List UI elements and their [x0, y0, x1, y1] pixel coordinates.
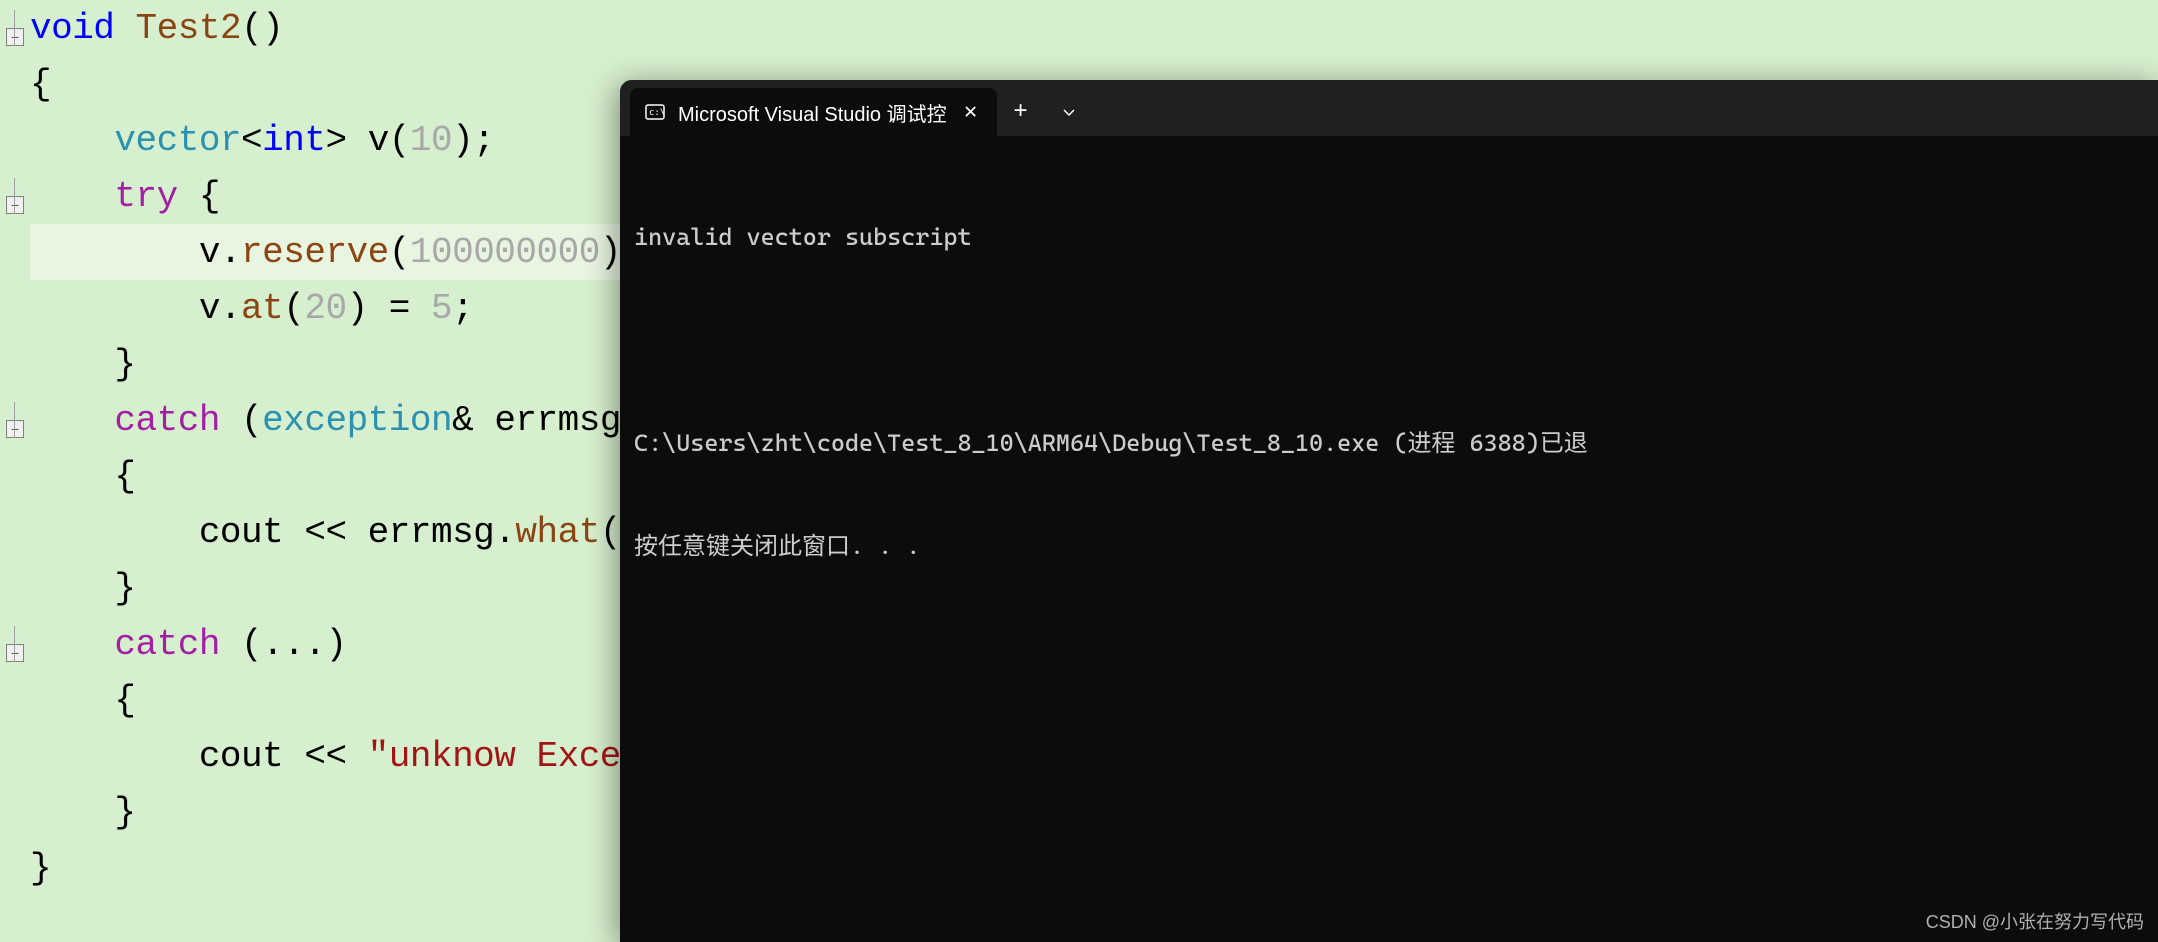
svg-text:c:\: c:\	[649, 108, 665, 118]
code-content[interactable]: cout << errmsg.what() <<	[30, 512, 705, 553]
code-content[interactable]: v.reserve(100000000);	[30, 232, 642, 273]
terminal-app-icon: c:\	[644, 101, 666, 123]
fold-toggle-icon[interactable]: −	[6, 28, 24, 46]
terminal-window: c:\ Microsoft Visual Studio 调试控 ✕ + inva…	[620, 80, 2158, 942]
code-content[interactable]: v.at(20) = 5;	[30, 288, 473, 329]
code-line[interactable]: −void Test2()	[0, 0, 2158, 56]
code-content[interactable]: cout << "unknow Exceptio	[30, 736, 705, 777]
gutter: −	[0, 178, 30, 214]
code-content[interactable]: try {	[30, 176, 220, 217]
gutter: −	[0, 402, 30, 438]
code-content[interactable]: {	[30, 64, 51, 105]
code-content[interactable]: }	[30, 344, 136, 385]
terminal-line: 按任意键关闭此窗口. . .	[634, 530, 2144, 564]
watermark: CSDN @小张在努力写代码	[1926, 908, 2144, 934]
terminal-tab[interactable]: c:\ Microsoft Visual Studio 调试控 ✕	[630, 88, 997, 136]
dropdown-button[interactable]	[1045, 88, 1093, 136]
gutter: −	[0, 10, 30, 46]
fold-toggle-icon[interactable]: −	[6, 644, 24, 662]
terminal-line: C:\Users\zht\code\Test_8_10\ARM64\Debug\…	[634, 427, 2144, 461]
code-content[interactable]: catch (exception& errmsg)	[30, 400, 642, 441]
code-content[interactable]: }	[30, 568, 136, 609]
code-content[interactable]: {	[30, 680, 136, 721]
terminal-tab-title: Microsoft Visual Studio 调试控	[678, 98, 947, 127]
terminal-output: invalid vector subscript C:\Users\zht\co…	[620, 136, 2158, 650]
fold-toggle-icon[interactable]: −	[6, 420, 24, 438]
new-tab-button[interactable]: +	[997, 88, 1045, 136]
code-content[interactable]: catch (...)	[30, 624, 347, 665]
fold-toggle-icon[interactable]: −	[6, 196, 24, 214]
close-icon[interactable]: ✕	[959, 100, 983, 124]
code-content[interactable]: }	[30, 792, 136, 833]
code-content[interactable]: {	[30, 456, 136, 497]
terminal-titlebar: c:\ Microsoft Visual Studio 调试控 ✕ +	[620, 80, 2158, 136]
code-content[interactable]: void Test2()	[30, 8, 283, 49]
terminal-line: invalid vector subscript	[634, 221, 2144, 255]
code-content[interactable]: }	[30, 848, 51, 889]
gutter: −	[0, 626, 30, 662]
terminal-line	[634, 324, 2144, 358]
code-content[interactable]: vector<int> v(10);	[30, 120, 494, 161]
